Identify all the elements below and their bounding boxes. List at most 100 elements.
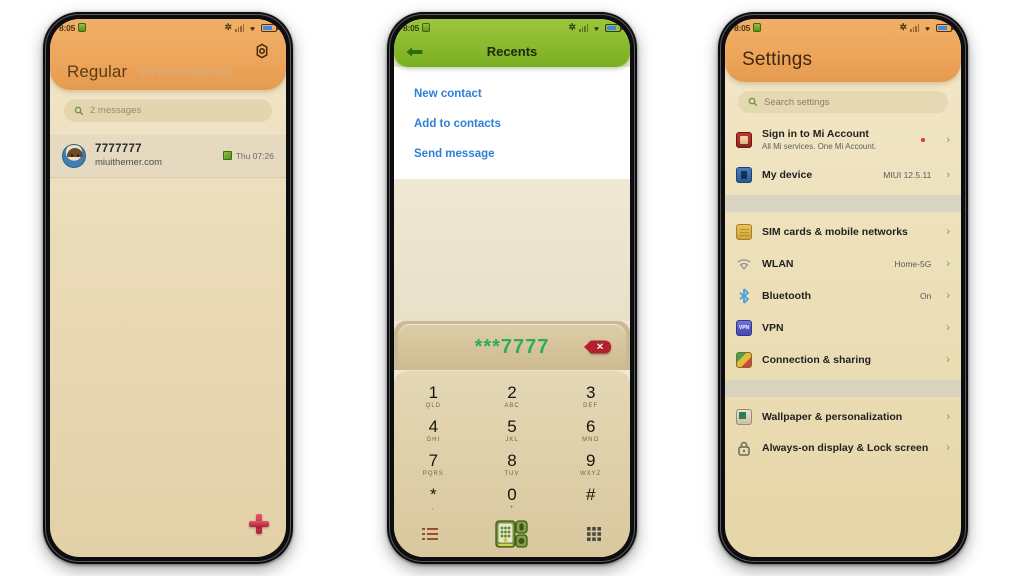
sidebar-item-wlan[interactable]: WLAN Home-5G ›: [725, 248, 961, 280]
bluetooth-icon: ✲: [899, 22, 907, 32]
key-8[interactable]: 8 TUV: [473, 447, 552, 481]
dial-keypad: 1 QLD 2 ABC 3 DEF 4 GHI 5 JKL 6 MNO 7 PQ…: [394, 370, 630, 557]
key-digit: #: [585, 485, 596, 504]
key-digit: 8: [507, 451, 517, 470]
setting-label: VPN: [762, 321, 784, 334]
key-letters: PQRS: [422, 471, 444, 477]
key-letters: MNO: [582, 437, 600, 443]
keypad-row: 7 PQRS 8 TUV 9 WXYZ: [394, 447, 630, 481]
page-title: Recents: [486, 44, 538, 59]
my-device-icon: [736, 167, 752, 184]
keypad-row: * , 0 + #: [394, 481, 630, 515]
group-divider: [725, 380, 961, 398]
key-7[interactable]: 7 PQRS: [394, 447, 473, 481]
key-letters: JKL: [505, 437, 519, 443]
lock-icon: [736, 440, 752, 456]
setting-label: Always-on display & Lock screen: [762, 441, 929, 454]
key-2[interactable]: 2 ABC: [473, 379, 552, 413]
chevron-right-icon: ›: [946, 258, 950, 271]
plus-icon-horizontal: [249, 521, 269, 527]
sidebar-item-my-device[interactable]: My device MIUI 12.5.11 ›: [725, 159, 961, 191]
chevron-right-icon: ›: [946, 133, 950, 146]
wifi-icon: [247, 23, 258, 32]
key-digit: 2: [507, 383, 517, 402]
search-icon: [748, 97, 758, 107]
gear-icon[interactable]: [254, 43, 270, 59]
sidebar-item-bluetooth[interactable]: Bluetooth On ›: [725, 280, 961, 312]
setting-label: My device: [762, 168, 813, 181]
tab-regular[interactable]: Regular: [67, 62, 127, 82]
key-6[interactable]: 6 MNO: [551, 413, 630, 447]
sidebar-item-vpn[interactable]: VPN VPN ›: [725, 312, 961, 344]
dialer-screen: 8:05 ✲ Recents New contact Add to contac…: [394, 19, 630, 557]
setting-label: Connection & sharing: [762, 353, 872, 366]
dial-display-wrap: ***7777 ✕: [394, 321, 630, 370]
tab-promotional[interactable]: Promotional: [140, 62, 232, 82]
keypad-icon[interactable]: [586, 527, 602, 541]
menu-item-send-message[interactable]: Send message: [394, 139, 630, 169]
wallpaper-icon: [736, 409, 752, 426]
settings-header: 8:05 ✲ Settings: [725, 19, 961, 82]
list-item[interactable]: 7777777 miuithemer.com Thu 07:26: [50, 133, 286, 178]
key-5[interactable]: 5 JKL: [473, 413, 552, 447]
key-hash[interactable]: #: [551, 481, 630, 515]
key-1[interactable]: 1 QLD: [394, 379, 473, 413]
screenshot-stage: 8:05 ✲ Regular Promotional 2 messages 77…: [0, 0, 1024, 576]
avatar: [62, 143, 86, 168]
connection-sharing-icon: [736, 352, 752, 369]
search-settings-input[interactable]: Search settings: [738, 91, 948, 113]
conversation-name: 7777777: [95, 143, 142, 155]
new-message-fab[interactable]: [248, 513, 270, 535]
sidebar-item-mi-account[interactable]: Sign in to Mi Account All Mi services. O…: [725, 120, 961, 159]
sidebar-item-wallpaper[interactable]: Wallpaper & personalization ›: [725, 401, 961, 433]
battery-icon: [936, 23, 954, 32]
recents-header: 8:05 ✲ Recents: [394, 19, 630, 67]
setting-description: All Mi services. One Mi Account.: [762, 142, 877, 152]
keypad-action-row: [394, 515, 630, 557]
app-badge-icon: [753, 23, 762, 32]
contacts-list-icon[interactable]: [422, 527, 439, 541]
chevron-right-icon: ›: [946, 322, 950, 335]
chevron-right-icon: ›: [946, 226, 950, 239]
search-input[interactable]: 2 messages: [64, 99, 272, 122]
settings-list: Sign in to Mi Account All Mi services. O…: [725, 120, 961, 557]
back-arrow-icon[interactable]: [405, 45, 424, 58]
sim-card-icon: [736, 224, 752, 241]
key-letters: DEF: [583, 403, 599, 409]
key-star[interactable]: * ,: [394, 481, 473, 515]
sidebar-item-sim-cards[interactable]: SIM cards & mobile networks ›: [725, 216, 961, 248]
menu-item-new-contact[interactable]: New contact: [394, 79, 630, 109]
setting-value: Home-5G: [894, 259, 932, 270]
key-letters: +: [509, 505, 515, 511]
chevron-right-icon: ›: [946, 442, 950, 455]
call-button-icon[interactable]: [495, 519, 529, 549]
key-0[interactable]: 0 +: [473, 481, 552, 515]
key-3[interactable]: 3 DEF: [551, 379, 630, 413]
search-placeholder: Search settings: [764, 96, 830, 108]
sidebar-item-always-on-display[interactable]: Always-on display & Lock screen ›: [725, 433, 961, 463]
backspace-icon[interactable]: ✕: [589, 340, 611, 354]
status-bar: 8:05 ✲: [394, 19, 630, 36]
chevron-right-icon: ›: [946, 169, 950, 182]
key-4[interactable]: 4 GHI: [394, 413, 473, 447]
setting-label: SIM cards & mobile networks: [762, 225, 908, 238]
status-badge: [921, 137, 926, 142]
chevron-right-icon: ›: [946, 411, 950, 424]
sidebar-item-connection-sharing[interactable]: Connection & sharing ›: [725, 344, 961, 376]
keypad-row: 4 GHI 5 JKL 6 MNO: [394, 413, 630, 447]
key-digit: 5: [507, 417, 517, 436]
messages-screen: 8:05 ✲ Regular Promotional 2 messages 77…: [50, 19, 286, 557]
phone-mockup-settings: 8:05 ✲ Settings Search settings Sign in …: [718, 12, 968, 564]
key-digit: 6: [585, 417, 596, 436]
key-digit: 3: [585, 383, 596, 402]
search-placeholder: 2 messages: [90, 105, 142, 116]
wifi-icon: [922, 23, 933, 32]
setting-label: Wallpaper & personalization: [762, 410, 903, 423]
vpn-icon: VPN: [736, 320, 752, 337]
setting-value: MIUI 12.5.11: [883, 170, 932, 181]
dial-display[interactable]: ***7777 ✕: [398, 324, 626, 370]
setting-label: Bluetooth: [762, 289, 811, 302]
status-bar: 8:05 ✲: [50, 19, 286, 36]
key-9[interactable]: 9 WXYZ: [551, 447, 630, 481]
menu-item-add-to-contacts[interactable]: Add to contacts: [394, 109, 630, 139]
